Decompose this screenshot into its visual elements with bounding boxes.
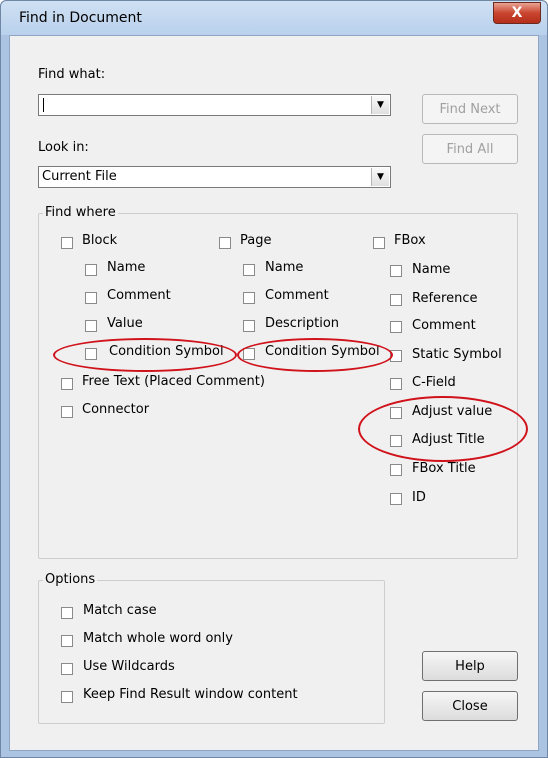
connector-label: Connector (82, 402, 150, 417)
window-title: Find in Document (19, 10, 142, 26)
annotation-ellipse-block-condition (53, 338, 237, 372)
block-name-label: Name (107, 260, 146, 275)
match-whole-word-label: Match whole word only (83, 631, 233, 646)
page-checkbox[interactable] (219, 237, 231, 249)
page-name-label: Name (265, 260, 304, 275)
fbox-checkbox[interactable] (373, 237, 385, 249)
text-caret (43, 98, 44, 112)
match-case-label: Match case (83, 603, 157, 618)
look-in-label: Look in: (38, 140, 89, 155)
match-case-checkbox[interactable] (61, 607, 73, 619)
find-where-title: Find where (43, 205, 118, 220)
keep-results-checkbox[interactable] (61, 691, 73, 703)
free-text-checkbox[interactable] (61, 378, 73, 390)
page-comment-label: Comment (265, 288, 329, 303)
look-in-dropdown-button[interactable]: ▼ (371, 168, 389, 186)
fbox-comment-checkbox[interactable] (390, 321, 402, 333)
find-next-button[interactable]: Find Next (422, 94, 518, 124)
block-label: Block (82, 233, 118, 248)
fbox-static-symbol-label: Static Symbol (412, 347, 502, 362)
free-text-label: Free Text (Placed Comment) (82, 374, 265, 389)
fbox-title-checkbox[interactable] (390, 464, 402, 476)
find-what-label: Find what: (38, 67, 106, 82)
fbox-name-label: Name (412, 262, 451, 277)
options-group (38, 580, 385, 724)
page-description-checkbox[interactable] (243, 320, 255, 332)
chevron-down-icon: ▼ (377, 172, 384, 182)
look-in-value: Current File (42, 169, 117, 184)
block-value-label: Value (107, 316, 143, 331)
page-comment-checkbox[interactable] (243, 292, 255, 304)
look-in-combo[interactable]: Current File ▼ (38, 166, 391, 188)
keep-results-label: Keep Find Result window content (83, 687, 298, 702)
page-name-checkbox[interactable] (243, 264, 255, 276)
fbox-c-field-checkbox[interactable] (390, 378, 402, 390)
fbox-name-checkbox[interactable] (390, 265, 402, 277)
chevron-down-icon: ▼ (377, 100, 384, 110)
fbox-label: FBox (394, 233, 426, 248)
help-button[interactable]: Help (422, 651, 518, 681)
block-value-checkbox[interactable] (85, 320, 97, 332)
connector-checkbox[interactable] (61, 406, 73, 418)
block-checkbox[interactable] (61, 237, 73, 249)
block-comment-label: Comment (107, 288, 171, 303)
dialog-client: Find what: ▼ Look in: Current File ▼ Fin… (9, 35, 539, 751)
find-what-dropdown-button[interactable]: ▼ (371, 96, 389, 114)
page-description-label: Description (265, 316, 340, 331)
options-title: Options (43, 572, 98, 587)
fbox-comment-label: Comment (412, 318, 476, 333)
fbox-id-checkbox[interactable] (390, 493, 402, 505)
title-bar[interactable]: Find in Document X (1, 1, 547, 35)
fbox-c-field-label: C-Field (412, 375, 456, 390)
fbox-reference-checkbox[interactable] (390, 294, 402, 306)
find-what-combo[interactable]: ▼ (38, 94, 391, 116)
use-wildcards-checkbox[interactable] (61, 663, 73, 675)
fbox-reference-label: Reference (412, 291, 478, 306)
block-comment-checkbox[interactable] (85, 292, 97, 304)
fbox-title-label: FBox Title (412, 461, 476, 476)
annotation-ellipse-fbox-adjust (358, 396, 528, 462)
use-wildcards-label: Use Wildcards (83, 659, 175, 674)
close-window-button[interactable]: X (493, 2, 541, 24)
close-icon: X (511, 5, 523, 21)
match-whole-word-checkbox[interactable] (61, 635, 73, 647)
fbox-id-label: ID (412, 490, 426, 505)
page-label: Page (240, 233, 272, 248)
dialog-window: Find in Document X Find what: ▼ Look in:… (0, 0, 548, 758)
close-button[interactable]: Close (422, 691, 518, 721)
annotation-ellipse-page-condition (237, 338, 393, 372)
find-all-button[interactable]: Find All (422, 134, 518, 164)
block-name-checkbox[interactable] (85, 264, 97, 276)
